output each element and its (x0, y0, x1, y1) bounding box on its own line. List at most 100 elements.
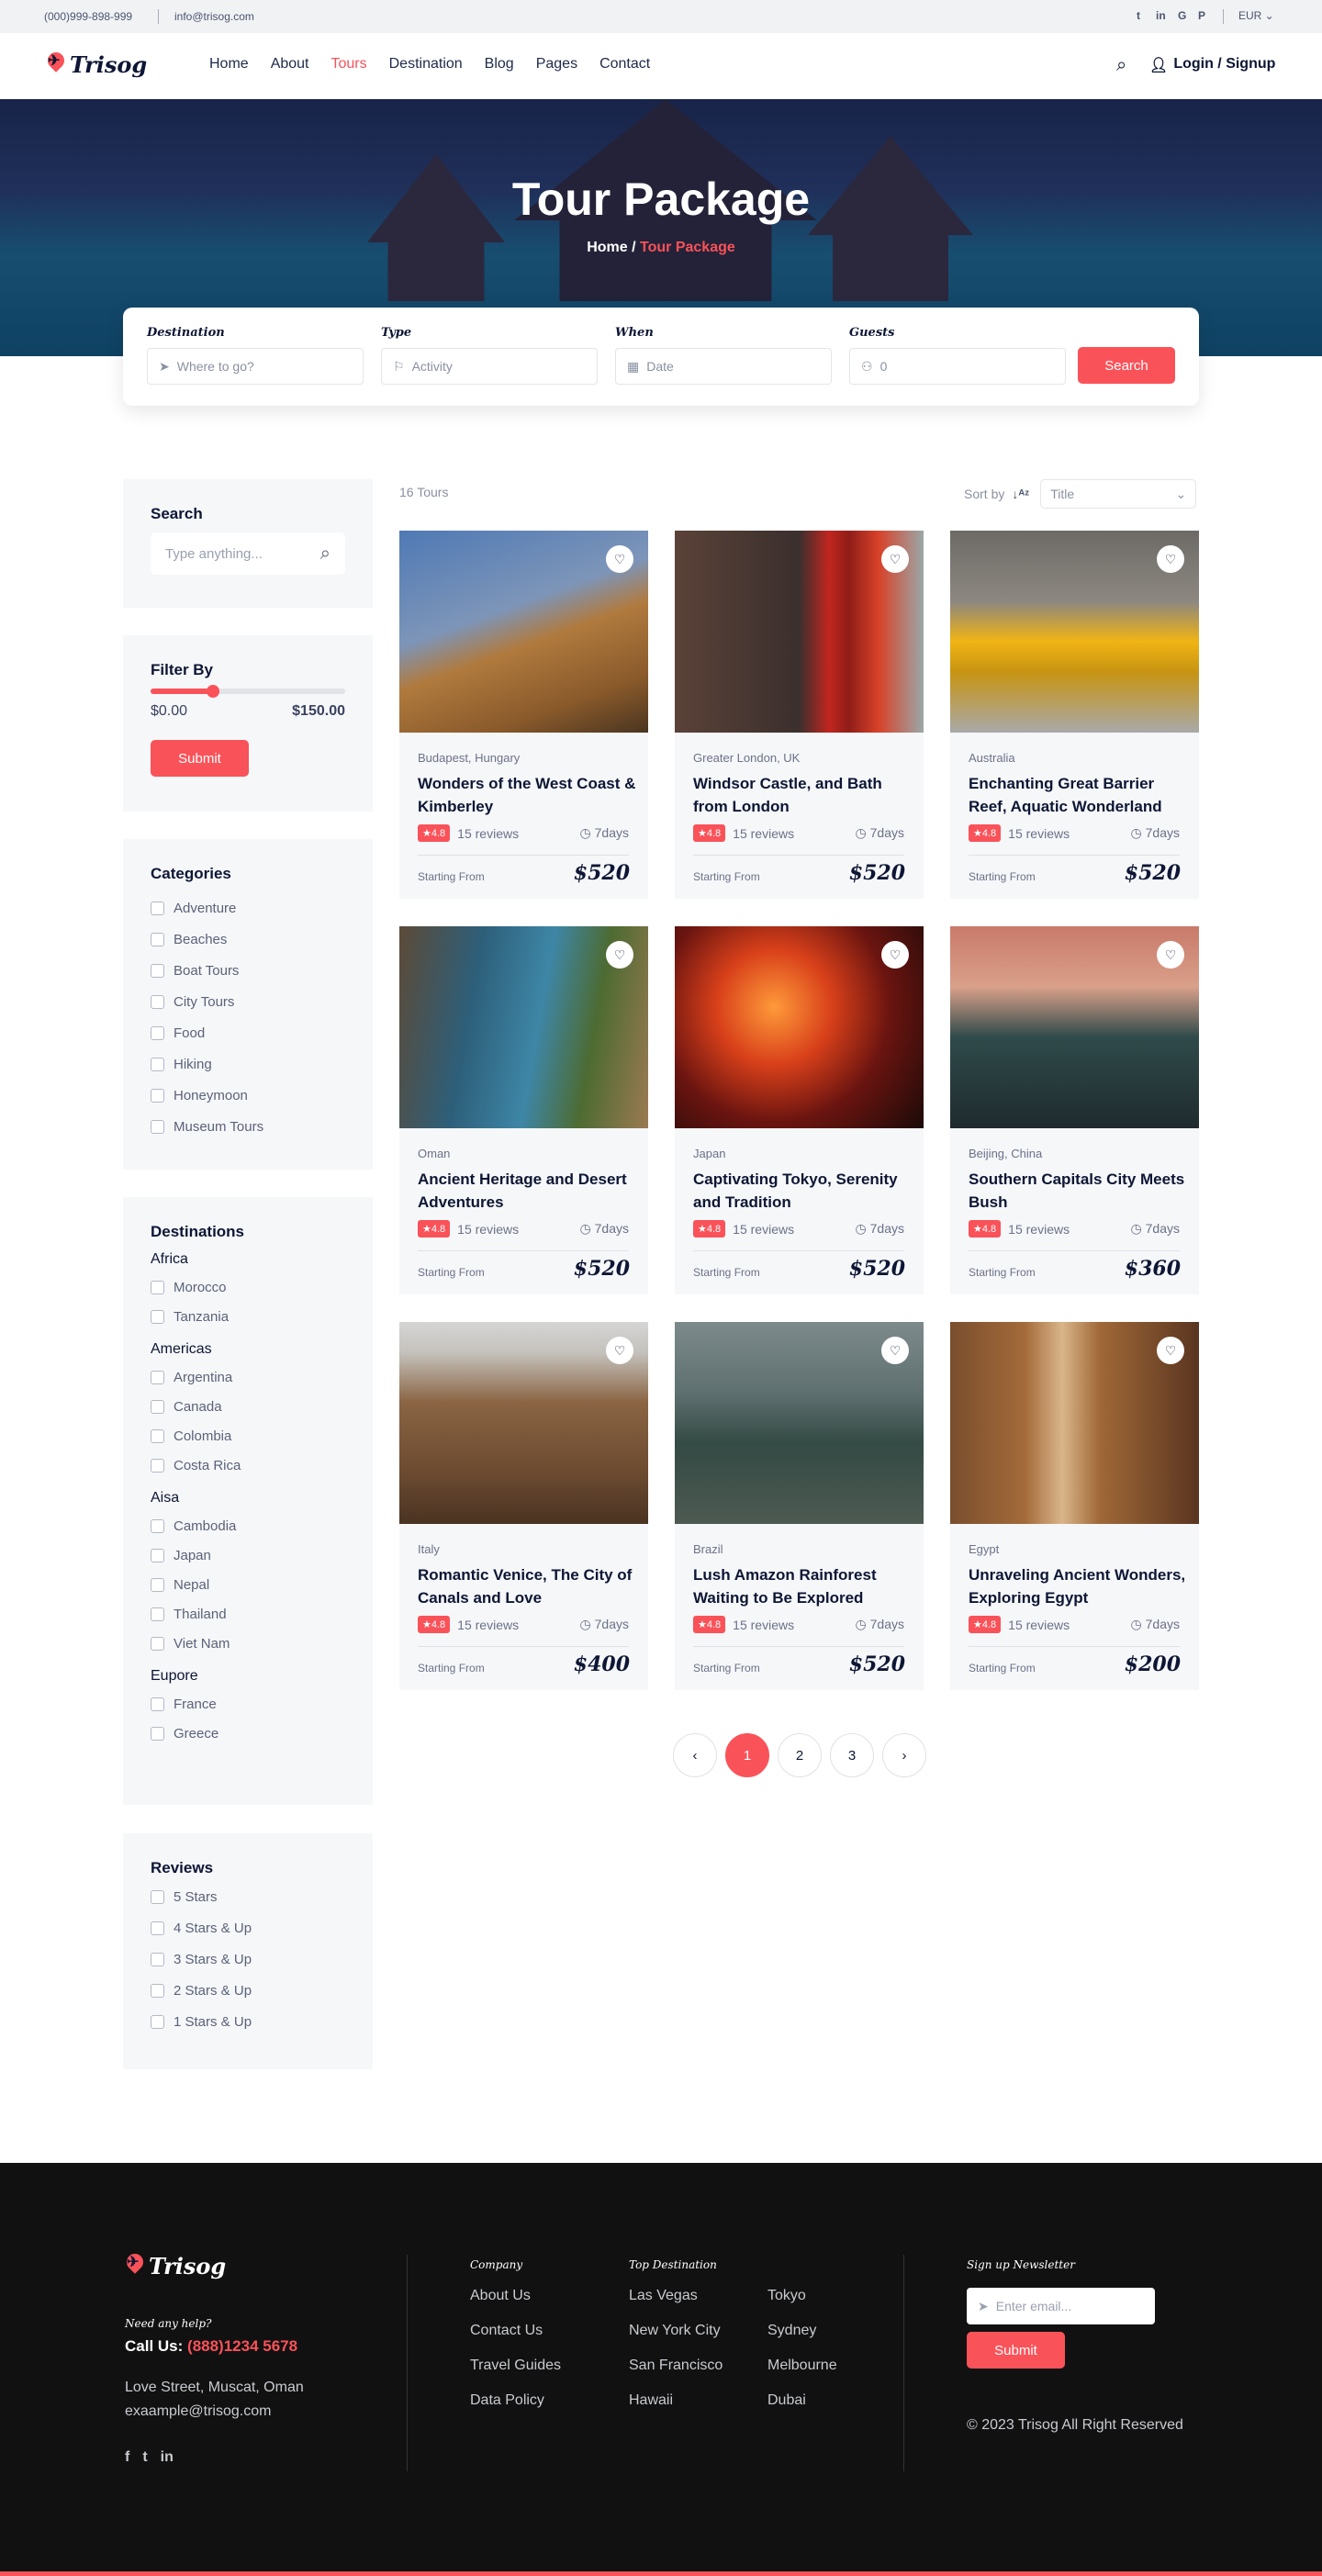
nav-item-pages[interactable]: Pages (536, 56, 577, 73)
category-option[interactable]: Honeymoon (151, 1080, 345, 1111)
tour-card[interactable]: ♡ Oman Ancient Heritage and Desert Adventu… (399, 926, 648, 1294)
login-signup-link[interactable]: 👤︎ Login / Signup (1149, 56, 1275, 74)
tour-image[interactable]: ♡ (399, 1322, 648, 1524)
tour-title[interactable]: Lush Amazon Rainforest Waiting to Be Exp… (693, 1563, 913, 1609)
when-input[interactable]: ▦ Date (615, 348, 832, 385)
tour-image[interactable]: ♡ (950, 926, 1199, 1128)
search-icon[interactable]: ⌕ (1116, 55, 1126, 76)
nav-item-home[interactable]: Home (209, 56, 249, 73)
checkbox[interactable] (151, 901, 164, 915)
footer-link[interactable]: Data Policy (470, 2392, 544, 2409)
tour-title[interactable]: Wonders of the West Coast & Kimberley (418, 772, 638, 818)
checkbox[interactable] (151, 963, 164, 978)
tour-card[interactable]: ♡ Australia Enchanting Great Barrier Reef,… (950, 531, 1199, 899)
checkbox[interactable] (151, 2014, 164, 2029)
checkbox[interactable] (151, 1280, 164, 1294)
checkbox[interactable] (151, 1921, 164, 1935)
page-2-button[interactable]: 2 (778, 1733, 822, 1777)
footer-link[interactable]: Travel Guides (470, 2358, 561, 2374)
guests-input[interactable]: ⚇ 0 (849, 348, 1066, 385)
destination-input[interactable]: ➤ Where to go? (147, 348, 364, 385)
nav-item-contact[interactable]: Contact (599, 56, 650, 73)
tour-image[interactable]: ♡ (675, 926, 924, 1128)
category-option[interactable]: City Tours (151, 986, 345, 1017)
tour-card[interactable]: ♡ Budapest, Hungary Wonders of the West Co… (399, 531, 648, 899)
search-icon[interactable]: ⌕ (320, 543, 330, 565)
destination-option[interactable]: Canada (151, 1392, 345, 1421)
checkbox[interactable] (151, 932, 164, 946)
checkbox[interactable] (151, 1309, 164, 1324)
checkbox[interactable] (151, 1518, 164, 1533)
page-1-button[interactable]: 1 (725, 1733, 769, 1777)
checkbox[interactable] (151, 994, 164, 1009)
filter-submit-button[interactable]: Submit (151, 740, 249, 777)
heart-icon[interactable]: ♡ (1157, 545, 1184, 573)
tour-image[interactable]: ♡ (950, 1322, 1199, 1524)
category-option[interactable]: Adventure (151, 892, 345, 924)
next-page-button[interactable]: › (882, 1733, 926, 1777)
tour-title[interactable]: Romantic Venice, The City of Canals and … (418, 1563, 638, 1609)
destination-option[interactable]: Costa Rica (151, 1450, 345, 1480)
destination-option[interactable]: Viet Nam (151, 1629, 345, 1658)
nav-item-about[interactable]: About (271, 56, 309, 73)
newsletter-submit-button[interactable]: Submit (967, 2332, 1065, 2369)
checkbox[interactable] (151, 1057, 164, 1071)
nav-item-tours[interactable]: Tours (331, 56, 367, 73)
tour-image[interactable]: ♡ (675, 531, 924, 733)
breadcrumb-home[interactable]: Home / (587, 240, 635, 255)
checkbox[interactable] (151, 1025, 164, 1040)
category-option[interactable]: Food (151, 1017, 345, 1048)
nav-item-destination[interactable]: Destination (389, 56, 463, 73)
tour-image[interactable]: ♡ (675, 1322, 924, 1524)
checkbox[interactable] (151, 1983, 164, 1998)
tour-title[interactable]: Enchanting Great Barrier Reef, Aquatic W… (969, 772, 1189, 818)
footer-link[interactable]: New York City (629, 2323, 721, 2339)
destination-option[interactable]: France (151, 1689, 345, 1719)
tour-title[interactable]: Unraveling Ancient Wonders, Exploring Eg… (969, 1563, 1189, 1609)
price-slider[interactable] (151, 685, 345, 698)
tour-card[interactable]: ♡ Greater London, UK Windsor Castle, and B… (675, 531, 924, 899)
footer-link[interactable]: Melbourne (767, 2358, 837, 2374)
category-option[interactable]: Boat Tours (151, 955, 345, 986)
review-option[interactable]: 2 Stars & Up (151, 1975, 345, 2006)
footer-link[interactable]: About Us (470, 2288, 531, 2304)
footer-link[interactable]: Las Vegas (629, 2288, 698, 2304)
linkedin-icon[interactable]: in (1156, 9, 1166, 22)
checkbox[interactable] (151, 1458, 164, 1473)
footer-phone[interactable]: (888)1234 5678 (187, 2337, 297, 2355)
footer-link[interactable]: Tokyo (767, 2288, 806, 2304)
category-option[interactable]: Hiking (151, 1048, 345, 1080)
footer-link[interactable]: San Francisco (629, 2358, 723, 2374)
facebook-icon[interactable]: f (125, 2449, 129, 2466)
heart-icon[interactable]: ♡ (606, 545, 633, 573)
tour-card[interactable]: ♡ Japan Captivating Tokyo, Serenity and Tr… (675, 926, 924, 1294)
checkbox[interactable] (151, 1088, 164, 1103)
review-option[interactable]: 4 Stars & Up (151, 1912, 345, 1943)
tour-card[interactable]: ♡ Italy Romantic Venice, The City of Canal… (399, 1322, 648, 1690)
checkbox[interactable] (151, 1548, 164, 1562)
checkbox[interactable] (151, 1577, 164, 1592)
checkbox[interactable] (151, 1952, 164, 1966)
top-phone[interactable]: (000)999-898-999 (44, 10, 132, 23)
tour-image[interactable]: ♡ (950, 531, 1199, 733)
tour-card[interactable]: ♡ Brazil Lush Amazon Rainforest Waiting to… (675, 1322, 924, 1690)
nav-item-blog[interactable]: Blog (485, 56, 514, 73)
sort-az-icon[interactable]: ↓ᴬᶻ (1012, 487, 1029, 501)
checkbox[interactable] (151, 1889, 164, 1904)
heart-icon[interactable]: ♡ (1157, 941, 1184, 969)
destination-option[interactable]: Argentina (151, 1362, 345, 1392)
footer-logo[interactable]: Trisog (125, 2253, 226, 2280)
checkbox[interactable] (151, 1726, 164, 1741)
destination-option[interactable]: Cambodia (151, 1511, 345, 1540)
checkbox[interactable] (151, 1399, 164, 1414)
tour-image[interactable]: ♡ (399, 926, 648, 1128)
heart-icon[interactable]: ♡ (1157, 1337, 1184, 1364)
sort-select[interactable]: Title ⌄ (1040, 479, 1197, 509)
heart-icon[interactable]: ♡ (881, 545, 909, 573)
heart-icon[interactable]: ♡ (606, 1337, 633, 1364)
checkbox[interactable] (151, 1607, 164, 1621)
tour-card[interactable]: ♡ Beijing, China Southern Capitals City Me… (950, 926, 1199, 1294)
destination-option[interactable]: Morocco (151, 1272, 345, 1302)
review-option[interactable]: 1 Stars & Up (151, 2006, 345, 2037)
prev-page-button[interactable]: ‹ (673, 1733, 717, 1777)
